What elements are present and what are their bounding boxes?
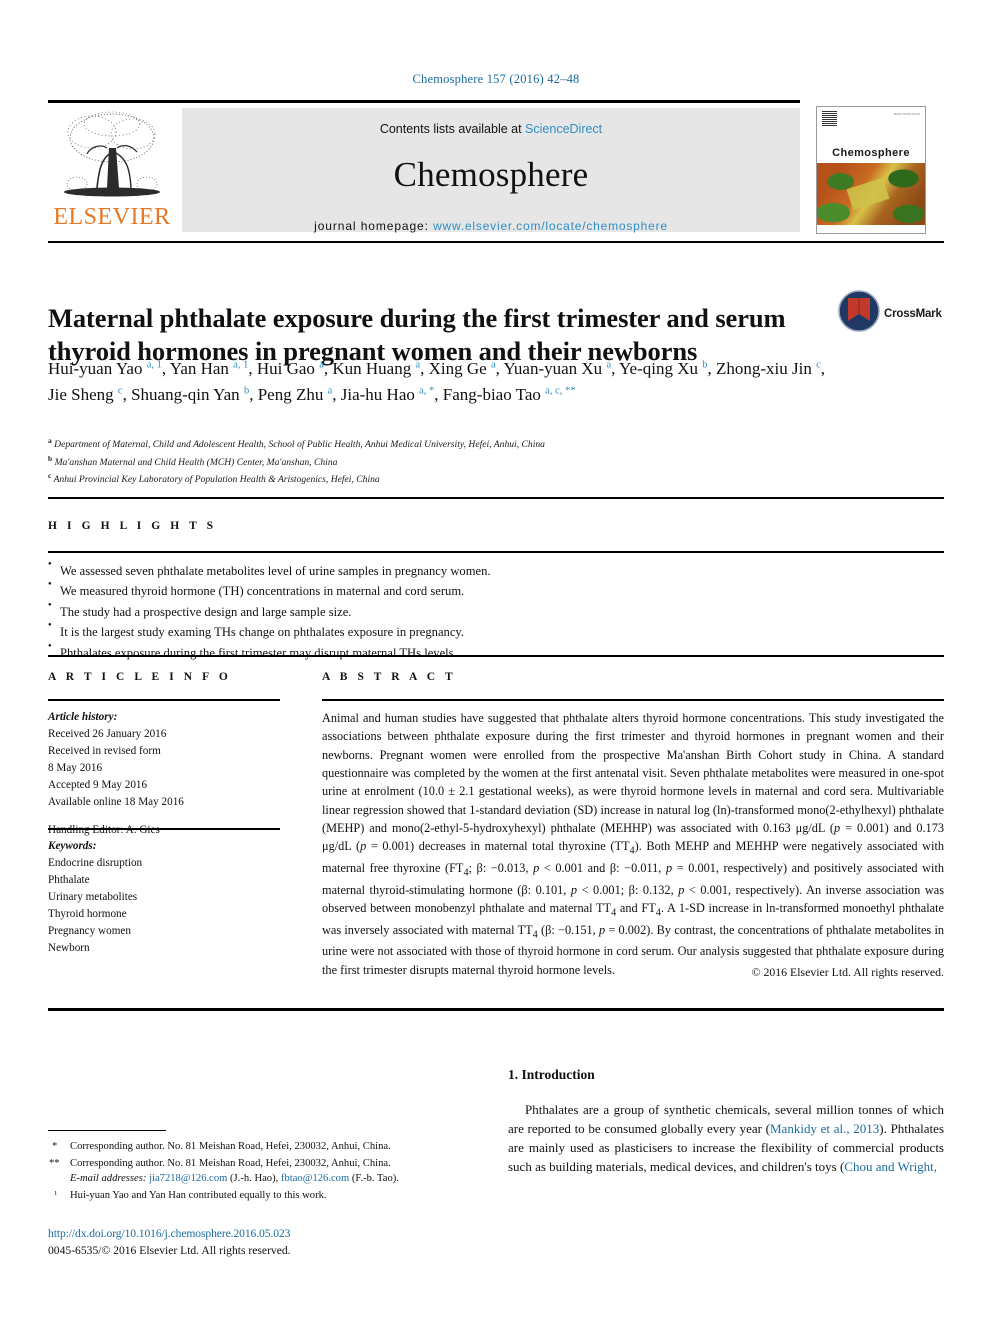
author-list: Hui-yuan Yao a, 1, Yan Han a, 1, Hui Gao… [48,359,826,404]
footnote-item: ** Corresponding author. No. 81 Meishan R… [49,1157,399,1185]
cover-issue-text: ISSN 0045-6535 [893,112,920,116]
rule-under-abstract-heading [322,699,944,701]
affiliation-item: a Department of Maternal, Child and Adol… [48,436,545,451]
affiliation-mark: c [48,471,52,481]
footnotes-block: * Corresponding author. No. 81 Meishan Ro… [48,1139,468,1205]
rule-under-article-info-heading [48,699,280,701]
crossmark-label: CrossMark [884,308,942,320]
sciencedirect-link[interactable]: ScienceDirect [525,122,602,136]
article-history-item: Accepted 9 May 2016 [48,779,148,792]
doi-block: http://dx.doi.org/10.1016/j.chemosphere.… [48,1226,478,1260]
keyword-item: Phthalate [48,874,90,887]
journal-homepage-line: journal homepage: www.elsevier.com/locat… [182,219,800,233]
footnote-marker: * [52,1141,58,1152]
masthead-top-rule [48,100,800,103]
crossmark-badge-group[interactable]: CrossMark [838,290,944,336]
journal-homepage-url[interactable]: www.elsevier.com/locate/chemosphere [433,219,668,233]
rule-under-affiliations [48,497,944,499]
elsevier-logo: ELSEVIER [48,108,176,232]
article-history-item: Received in revised form [48,745,161,758]
handling-editor: Handling Editor: A. Gies [48,824,160,837]
rule-under-masthead [48,241,944,243]
keyword-item: Newborn [48,942,90,955]
abstract-heading: A B S T R A C T [322,671,457,683]
introduction-heading: 1. Introduction [508,1067,595,1082]
footnote-item: 1 Hui-yuan Yao and Yan Han contributed eq… [54,1190,327,1202]
affiliation-mark: b [48,453,53,463]
journal-homepage-label: journal homepage: [314,219,434,233]
footnote-item: * Corresponding author. No. 81 Meishan Ro… [48,1139,468,1155]
highlights-heading: H I G H L I G H T S [48,520,217,532]
abstract-copyright: © 2016 Elsevier Ltd. All rights reserved… [751,965,944,979]
rule-above-body [48,1008,944,1011]
article-info-heading: A R T I C L E I N F O [48,671,232,683]
keyword-item: Pregnancy women [48,925,131,938]
affiliation-item: c Anhui Provincial Key Laboratory of Pop… [48,471,380,486]
elsevier-tree-icon [64,111,160,197]
highlight-item: Phthalates exposure during the first tri… [48,642,944,663]
affiliation-item: b Ma'anshan Maternal and Child Health (M… [48,453,338,468]
rule-under-highlights-heading [48,551,944,553]
running-head: Chemosphere 157 (2016) 42–48 [412,72,580,86]
abstract-text: Animal and human studies have suggested … [322,711,945,977]
doi-link[interactable]: http://dx.doi.org/10.1016/j.chemosphere.… [48,1226,478,1243]
highlights-list: We assessed seven phthalate metabolites … [48,560,944,663]
cover-top-panel: ISSN 0045-6535 Chemosphere [817,107,925,163]
highlight-item: We measured thyroid hormone (TH) concent… [48,580,944,601]
rule-under-highlights [48,655,944,657]
cover-journal-title: Chemosphere [832,147,910,159]
highlight-item: It is the largest study examing THs chan… [48,621,944,642]
cover-bottom-panel [817,225,925,233]
journal-title: Chemosphere [393,155,589,194]
elsevier-wordmark: ELSEVIER [53,204,171,230]
article-history-item: Available online 18 May 2016 [48,796,184,809]
article-history-label: Article history: [48,711,118,723]
article-first-page: Chemosphere 157 (2016) 42–48 ELSEVIER Co… [0,0,992,1323]
footnote-separator-rule [48,1130,166,1132]
keyword-item: Endocrine disruption [48,857,143,870]
contents-lists-prefix: Contents lists available at [379,122,526,136]
affiliation-mark: a [48,436,52,445]
keywords-label: Keywords: [48,840,97,852]
cover-artwork [817,163,925,225]
journal-band: Contents lists available at ScienceDirec… [182,108,800,233]
rule-above-keywords [48,828,280,830]
highlight-item: The study had a prospective design and l… [48,601,944,622]
footnote-marker: 1 [54,1190,58,1198]
article-history-item: Received 26 January 2016 [48,728,167,741]
keyword-item: Thyroid hormone [48,908,127,921]
journal-masthead: ELSEVIER Contents lists available at Sci… [48,100,944,236]
affiliation-list: a Department of Maternal, Child and Adol… [48,435,838,488]
barcode-icon [822,111,837,126]
introduction-paragraph: Phthalates are a group of synthetic chem… [508,1102,945,1175]
keywords-block: Keywords: Endocrine disruption Phthalate Ur… [48,838,288,957]
crossmark-icon [838,290,880,332]
article-info-block: Article history: Received 26 January 2016… [48,709,288,839]
issn-copyright-line: 0045-6535/© 2016 Elsevier Ltd. All right… [48,1243,291,1257]
keyword-item: Urinary metabolites [48,891,138,904]
contents-lists-line: Contents lists available at ScienceDirec… [182,108,800,136]
highlight-item: We assessed seven phthalate metabolites … [48,560,944,581]
footnote-marker: ** [49,1157,60,1169]
article-history-item: 8 May 2016 [48,762,103,775]
journal-cover-thumbnail: ISSN 0045-6535 Chemosphere [816,106,926,234]
